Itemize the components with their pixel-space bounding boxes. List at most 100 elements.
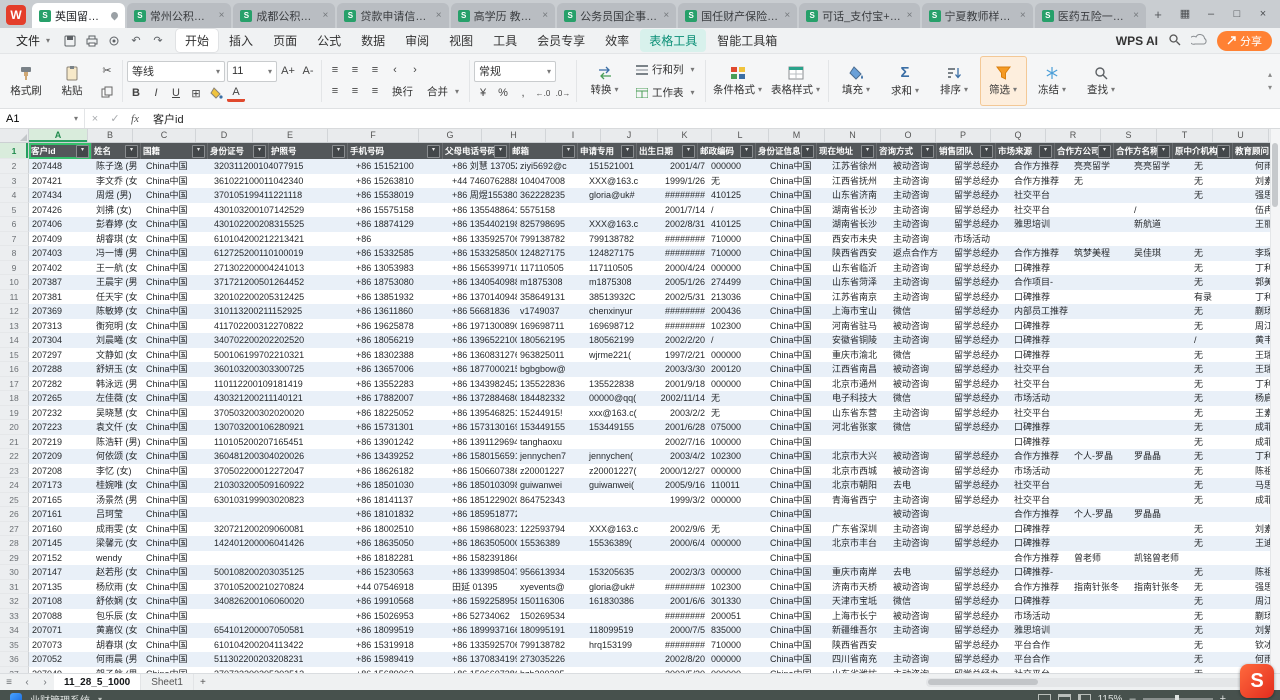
row-number[interactable]: 26 <box>0 507 29 522</box>
cell[interactable]: 358649131 <box>517 290 586 305</box>
cell[interactable]: China中国 <box>767 391 829 406</box>
cell[interactable]: 留学总经办 <box>951 652 1011 667</box>
cell[interactable] <box>1131 594 1191 609</box>
cell[interactable]: 207088 <box>29 609 93 624</box>
filter-dropdown-icon[interactable]: ▾ <box>801 145 814 158</box>
cell[interactable] <box>1011 232 1071 247</box>
cell[interactable]: +86 1396522100 <box>449 333 517 348</box>
cell[interactable]: 370723200205202513 <box>211 667 273 674</box>
cell[interactable]: bgbgbow@ <box>517 362 586 377</box>
cell[interactable]: 135522838 <box>586 377 646 392</box>
filter-dropdown-icon[interactable]: ▾ <box>427 145 440 158</box>
cell[interactable]: China中国 <box>767 551 829 566</box>
decrease-font-button[interactable]: A- <box>299 63 317 80</box>
menu-tab[interactable]: 视图 <box>440 29 482 52</box>
row-number[interactable]: 17 <box>0 377 29 392</box>
cell[interactable]: +86 15026953 <box>353 609 449 624</box>
cell[interactable]: China中国 <box>143 232 211 247</box>
cell[interactable]: +86 56681836 <box>449 304 517 319</box>
cell[interactable]: China中国 <box>143 188 211 203</box>
cell[interactable]: 江西省南昌 <box>829 362 890 377</box>
document-tab[interactable]: S成都公积金.xlsx× <box>233 3 335 28</box>
cell[interactable]: 无 <box>1191 522 1252 537</box>
cell[interactable]: 衡宛明 (女 <box>93 319 143 334</box>
cell[interactable]: 118099519 <box>586 623 646 638</box>
cell[interactable]: 微信 <box>890 348 951 363</box>
cell[interactable]: 161830386 <box>586 594 646 609</box>
cell[interactable]: 韩泳远 (男 <box>93 377 143 392</box>
cell[interactable]: +86 13053983 <box>353 261 449 276</box>
cell[interactable]: 留学总经办 <box>951 203 1011 218</box>
cell[interactable]: +86 <box>353 232 449 247</box>
cell[interactable]: +86 1370834199 <box>449 652 517 667</box>
cell[interactable] <box>1071 333 1131 348</box>
cell[interactable]: 主动咨询 <box>890 203 951 218</box>
menu-tab[interactable]: 公式 <box>308 29 350 52</box>
cell[interactable] <box>1131 420 1191 435</box>
cell[interactable]: 207265 <box>29 391 93 406</box>
cell[interactable]: 无 <box>708 174 767 189</box>
cell[interactable]: 1997/2/21 <box>646 348 708 363</box>
filter-dropdown-icon[interactable]: ▾ <box>494 145 507 158</box>
cell[interactable]: 2000/12/27 <box>646 464 708 479</box>
cell[interactable] <box>1071 217 1131 232</box>
cell[interactable]: 杨欣雨 (女 <box>93 580 143 595</box>
column-header[interactable]: S <box>1101 129 1157 142</box>
cell[interactable]: China中国 <box>767 348 829 363</box>
cell[interactable]: 207381 <box>29 290 93 305</box>
cell[interactable] <box>708 551 767 566</box>
cell[interactable]: 陕西省西安 <box>829 638 890 653</box>
cell[interactable]: 2000/4/24 <box>646 261 708 276</box>
cell[interactable]: China中国 <box>143 464 211 479</box>
cell[interactable]: 124827175 <box>517 246 586 261</box>
cell[interactable]: +86 1354402198 <box>449 217 517 232</box>
menu-tab[interactable]: 数据 <box>352 29 394 52</box>
cell[interactable]: ######## <box>646 304 708 319</box>
filter-dropdown-icon[interactable]: ▾ <box>740 145 753 158</box>
fill-color-button[interactable] <box>207 85 225 102</box>
row-number[interactable]: 29 <box>0 551 29 566</box>
cell[interactable]: 无 <box>1191 246 1252 261</box>
cell[interactable]: China中国 <box>767 304 829 319</box>
menu-tab[interactable]: 插入 <box>220 29 262 52</box>
print-icon[interactable] <box>84 33 100 49</box>
cell[interactable]: +86 1506607386 <box>449 667 517 674</box>
cell[interactable] <box>708 507 767 522</box>
layout-icon[interactable]: ▦ <box>1172 0 1198 28</box>
row-number[interactable]: 34 <box>0 623 29 638</box>
cut-icon[interactable]: ✂ <box>98 62 116 79</box>
cell[interactable]: ######## <box>646 609 708 624</box>
cell[interactable]: 无 <box>1191 159 1252 174</box>
cell[interactable]: +86 1580156591 <box>449 449 517 464</box>
cell[interactable]: 口碑推荐 <box>1011 594 1071 609</box>
cell[interactable]: +86 15538019 <box>353 188 449 203</box>
cell[interactable]: +86 1971300890 <box>449 319 517 334</box>
cell[interactable]: 207052 <box>29 652 93 667</box>
cell[interactable]: 社交平台 <box>1011 493 1071 508</box>
cell[interactable]: 2002/5/20 <box>646 667 708 674</box>
row-number[interactable]: 15 <box>0 348 29 363</box>
cell[interactable]: 207402 <box>29 261 93 276</box>
cell[interactable]: 主动咨询 <box>890 333 951 348</box>
cell[interactable]: 2002/11/14 <box>646 391 708 406</box>
cell[interactable]: 207297 <box>29 348 93 363</box>
cell[interactable]: hrq153199 <box>586 638 646 653</box>
cell[interactable]: China中国 <box>767 174 829 189</box>
cell[interactable]: 370502200012272047 <box>211 464 273 479</box>
document-tab[interactable]: S公务员国企事业单...× <box>557 3 676 28</box>
cell[interactable]: +86 1340540988 <box>449 275 517 290</box>
cell[interactable]: 无 <box>1191 594 1252 609</box>
cell[interactable] <box>1131 478 1191 493</box>
cell[interactable]: 151521001 <box>586 159 646 174</box>
cell[interactable]: 2001/7/14 <box>646 203 708 218</box>
cell[interactable]: 留学总经办 <box>951 275 1011 290</box>
cell[interactable]: 2003/2/2 <box>646 406 708 421</box>
filter-header-cell[interactable]: 姓名▾ <box>92 143 141 159</box>
pin-icon[interactable] <box>109 11 119 21</box>
cell[interactable]: 100000 <box>708 435 767 450</box>
filter-header-cell[interactable]: 父母电话号码▾ <box>443 143 510 159</box>
cell[interactable]: China中国 <box>143 551 211 566</box>
add-sheet-button[interactable]: + <box>194 677 212 688</box>
horizontal-scrollbar-thumb[interactable] <box>928 679 1038 685</box>
cell[interactable]: 无 <box>1191 435 1252 450</box>
